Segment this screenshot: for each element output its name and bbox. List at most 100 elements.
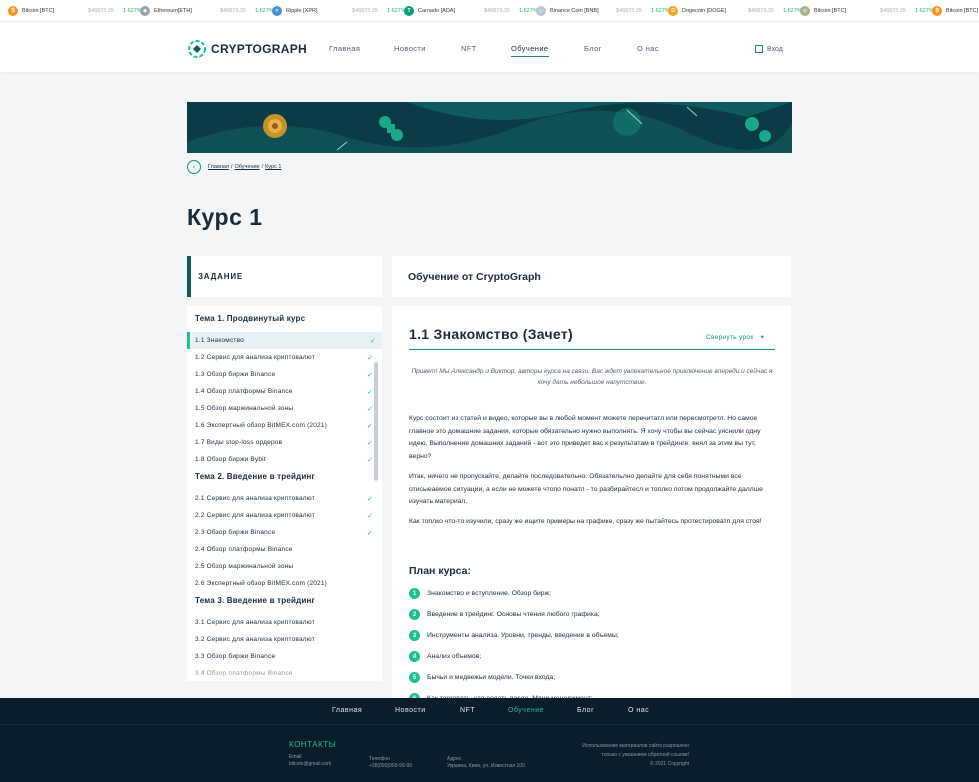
lesson-paragraph: Итак, ничего не пропускайте, делайте пос…: [409, 473, 763, 505]
footer-nav-education[interactable]: Обучение: [508, 707, 544, 714]
coin-price: $46873.35: [352, 8, 378, 14]
coin-icon: ₿: [932, 6, 942, 16]
plan-item-label: Бычьи и медвежьи модели. Точки входа;: [427, 674, 556, 681]
check-icon: ✓: [367, 495, 374, 503]
lesson-item[interactable]: 2.3 Обзор биржи Binance ✓: [187, 524, 382, 541]
email-link[interactable]: bitcoin@gmail.com: [289, 761, 331, 767]
ticker-item[interactable]: T Carnado [ADA] $46873.35 1.627%: [404, 0, 538, 21]
footer-nav-about[interactable]: О нас: [628, 707, 649, 714]
lesson-label: 1.3 Обзор биржи Binance: [195, 371, 276, 378]
topic-title[interactable]: Тема 3. Введение в трейдинг: [195, 596, 315, 605]
lesson-item[interactable]: 3.3 Обзор биржи Binance: [187, 648, 382, 665]
lesson-item[interactable]: 2.2 Сервис для анализа криптовалют ✓: [187, 507, 382, 524]
breadcrumb: ‹ Главная / Обучение / Курс 1: [187, 160, 281, 174]
nav-news[interactable]: Новости: [394, 44, 426, 53]
breadcrumb-home[interactable]: Главная: [208, 164, 229, 170]
crypto-ticker: ₿ Bitcoin [BTC] $46873.35 1.627% ◆ Ethereum[E…: [0, 0, 979, 22]
coin-icon: ◇: [536, 6, 546, 16]
lesson-item[interactable]: 2.6 Экспертный обзор BitMEX.com (2021): [187, 575, 382, 592]
footer-nav-nft[interactable]: NFT: [460, 707, 475, 714]
site-footer: Главная Новости NFT Обучение Блог О нас …: [0, 698, 979, 782]
lesson-label: 2.3 Обзор биржи Binance: [195, 529, 276, 536]
coin-icon: D: [668, 6, 678, 16]
plan-title: План курса:: [409, 565, 471, 577]
lesson-item[interactable]: 2.1 Сервис для анализа криптовалют ✓: [187, 490, 382, 507]
sidebar-scrollbar-thumb[interactable]: [374, 362, 378, 480]
lesson-label: 1.2 Сервис для анализа криптовалют: [195, 354, 315, 361]
coin-name: Binance Coin [BNB]: [550, 8, 599, 14]
phone-link[interactable]: +38(099)999-99-99: [369, 763, 412, 769]
lesson-label: 1.5 Обзор маржинальной зоны: [195, 405, 294, 412]
lesson-item[interactable]: 3.2 Сервис для анализа криптовалют: [187, 631, 382, 648]
ticker-item[interactable]: D Dogecoin [DOGE] $46873.35 1.627%: [668, 0, 802, 21]
coin-change: 1.627%: [651, 8, 670, 14]
nav-about[interactable]: О нас: [637, 44, 659, 53]
coin-name: Dogecoin [DOGE]: [682, 8, 727, 14]
coin-change: 1.627%: [123, 8, 142, 14]
check-icon: ✓: [367, 405, 374, 413]
lesson-item[interactable]: 2.4 Обзор платформы Binance: [187, 541, 382, 558]
ticker-item[interactable]: ✕ Ripple [XPR] $46873.35 1.627%: [272, 0, 406, 21]
coin-name: Ripple [XPR]: [286, 8, 318, 14]
topic-title[interactable]: Тема 1. Продвинутый курс: [195, 314, 305, 323]
coin-price: $46873.35: [220, 8, 246, 14]
coin-price: $46873.35: [484, 8, 510, 14]
lesson-content: 1.1 Знакомство (Зачет) Свернуть урок ▾ П…: [392, 306, 791, 698]
footer-nav-home[interactable]: Главная: [332, 707, 362, 714]
lesson-item[interactable]: 1.4 Обзор платформы Binance ✓: [187, 383, 382, 400]
coin-change: 1.627%: [915, 8, 934, 14]
lesson-item[interactable]: 1.8 Обзор биржи Bybit ✓: [187, 451, 382, 468]
coin-name: Carnado [ADA]: [418, 8, 455, 14]
footer-nav-news[interactable]: Новости: [395, 707, 426, 714]
lesson-item[interactable]: 1.7 Виды stop-loss ордеров ✓: [187, 434, 382, 451]
lesson-item[interactable]: 2.5 Обзор маржинальной зоны: [187, 558, 382, 575]
nav-nft[interactable]: NFT: [461, 44, 477, 53]
lesson-label: 3.1 Сервис для анализа криптовалют: [195, 619, 315, 626]
lesson-item[interactable]: 1.3 Обзор биржи Binance ✓: [187, 366, 382, 383]
copyright-line: Использование материалов сайта разрешено: [582, 743, 689, 749]
plan-number-icon: 4: [409, 651, 420, 662]
coin-name: Bitcoin [BTC]: [22, 8, 55, 14]
copyright-line: © 2021 Copyright: [650, 761, 689, 767]
ticker-item[interactable]: ₿ Bitcoin [BTC]: [932, 0, 979, 21]
breadcrumb-education[interactable]: Обучение: [234, 164, 259, 170]
topic-title[interactable]: Тема 2. Введение в трейдинг: [195, 472, 315, 481]
lesson-label: 2.2 Сервис для анализа криптовалют: [195, 512, 315, 519]
login-label: Вход: [767, 45, 783, 53]
coin-name: Bitcoin [BTC]: [814, 8, 847, 14]
back-arrow-icon[interactable]: ‹: [187, 160, 201, 174]
plan-item-label: Знакомство и вступление. Обзор бирж;: [427, 590, 552, 597]
course-banner: [187, 102, 792, 153]
ticker-item[interactable]: ₿ Bitcoin [BTC] $46873.35 1.627%: [8, 0, 142, 21]
coin-name: Ethereum[ETH]: [154, 8, 192, 14]
logo[interactable]: CRYPTOGRAPH: [187, 39, 307, 59]
lesson-item[interactable]: 1.2 Сервис для анализа криптовалют ✓: [187, 349, 382, 366]
collapse-lesson-button[interactable]: Свернуть урок ▾: [706, 333, 764, 341]
ticker-item[interactable]: ◇ Binance Coin [BNB] $46873.35 1.627%: [536, 0, 670, 21]
nav-home[interactable]: Главная: [329, 44, 360, 53]
plan-number-icon: 3: [409, 630, 420, 641]
ticker-item[interactable]: ◆ Ethereum[ETH] $46873.35 1.627%: [140, 0, 274, 21]
footer-nav-blog[interactable]: Блог: [577, 707, 594, 714]
lesson-label: 1.8 Обзор биржи Bybit: [195, 456, 266, 463]
coin-icon: ₿: [8, 6, 18, 16]
lesson-item[interactable]: 1.5 Обзор маржинальной зоны ✓: [187, 400, 382, 417]
login-button[interactable]: Вход: [755, 45, 783, 53]
nav-blog[interactable]: Блог: [584, 44, 602, 53]
breadcrumb-current[interactable]: Курс 1: [265, 164, 281, 170]
logo-icon: [188, 40, 206, 58]
coin-change: 1.627%: [783, 8, 802, 14]
check-icon: ✓: [367, 422, 374, 430]
lesson-paragraph: Курс состоит из статей и видео, которые …: [409, 415, 761, 460]
lesson-item[interactable]: 1.6 Экспертный обзор BitMEX.com (2021) ✓: [187, 417, 382, 434]
nav-education[interactable]: Обучение: [511, 44, 549, 57]
coin-price: $46873.35: [616, 8, 642, 14]
plan-number-icon: 5: [409, 672, 420, 683]
coin-change: 1.627%: [519, 8, 538, 14]
lesson-sidebar: Тема 1. Продвинутый курс 1.1 Знакомство ✓ 1…: [187, 306, 382, 681]
ticker-item[interactable]: ◎ Bitcoin [BTC] $46873.35 1.627%: [800, 0, 934, 21]
breadcrumb-separator: /: [230, 164, 233, 170]
lesson-item[interactable]: 1.1 Знакомство ✓: [187, 332, 382, 349]
lesson-item[interactable]: 3.1 Сервис для анализа криптовалют: [187, 614, 382, 631]
banner-art: [187, 102, 792, 153]
